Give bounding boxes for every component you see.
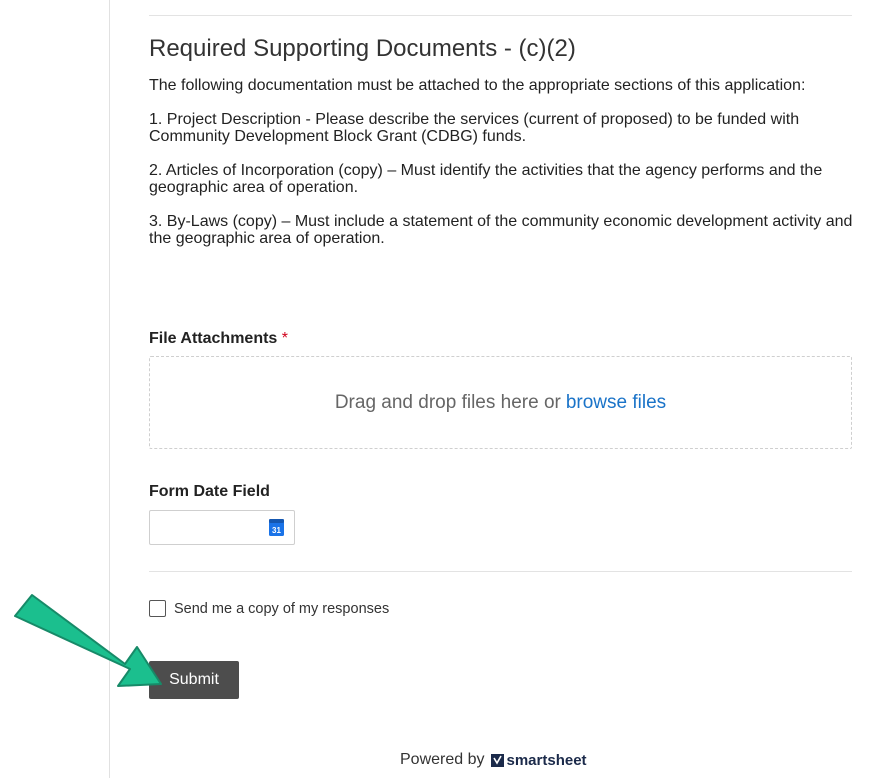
section-divider-top: [149, 15, 852, 16]
powered-by-text: Powered by: [400, 751, 485, 768]
send-copy-checkbox[interactable]: [149, 600, 166, 617]
file-attachments-label-text: File Attachments: [149, 330, 278, 347]
form-date-input[interactable]: 31: [149, 510, 295, 545]
required-marker: *: [281, 330, 289, 347]
browse-files-link[interactable]: browse files: [566, 392, 666, 414]
description-intro: The following documentation must be atta…: [149, 77, 806, 94]
section-title: Required Supporting Documents - (c)(2): [149, 35, 576, 62]
powered-by-footer: Powered by smartsheet: [400, 751, 587, 769]
file-attachments-label: File Attachments *: [149, 330, 288, 348]
smartsheet-logo[interactable]: smartsheet: [490, 751, 587, 769]
description-item: 1. Project Description - Please describe…: [149, 111, 800, 145]
description-item: 2. Articles of Incorporation (copy) – Mu…: [149, 162, 823, 196]
dropzone-text: Drag and drop files here or: [334, 391, 561, 413]
smartsheet-brand-text: smartsheet: [506, 751, 587, 769]
description-item: 3. By-Laws (copy) – Must include a state…: [149, 213, 853, 247]
send-copy-option[interactable]: Send me a copy of my responses: [149, 600, 389, 617]
calendar-day-text: 31: [272, 526, 281, 535]
smartsheet-logo-icon: [490, 753, 504, 767]
section-description: The following documentation must be atta…: [149, 77, 854, 264]
calendar-icon[interactable]: 31: [269, 519, 284, 536]
send-copy-label[interactable]: Send me a copy of my responses: [174, 601, 389, 617]
form-date-label: Form Date Field: [149, 483, 270, 500]
section-divider-bottom: [149, 571, 852, 572]
file-dropzone[interactable]: Drag and drop files here or browse files: [149, 356, 852, 449]
left-border: [109, 0, 110, 778]
submit-button[interactable]: Submit: [149, 661, 239, 699]
